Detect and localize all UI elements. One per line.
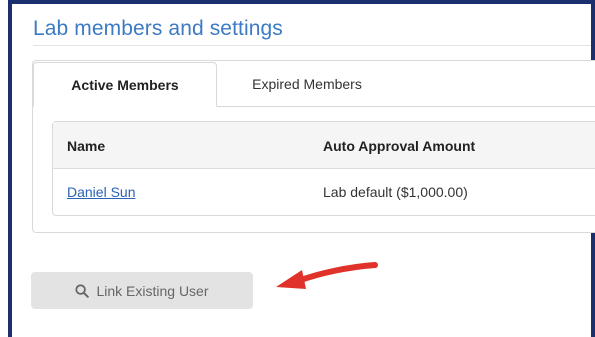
member-name-link[interactable]: Daniel Sun	[67, 184, 136, 200]
column-header-name: Name	[67, 138, 106, 154]
annotation-arrow-icon	[276, 262, 378, 289]
column-header-auto-approval: Auto Approval Amount	[323, 138, 476, 154]
tab-expired-members[interactable]: Expired Members	[217, 62, 397, 106]
window-frame-left	[8, 0, 12, 337]
search-icon	[75, 283, 90, 298]
tab-active-members[interactable]: Active Members	[33, 62, 217, 107]
window-frame-top	[8, 0, 595, 4]
link-existing-user-label: Link Existing User	[96, 282, 209, 299]
panel-title: Lab members and settings	[33, 17, 283, 40]
title-divider	[33, 45, 591, 46]
link-existing-user-button[interactable]: Link Existing User	[31, 272, 253, 309]
member-auto-approval-value: Lab default ($1,000.00)	[323, 184, 468, 200]
